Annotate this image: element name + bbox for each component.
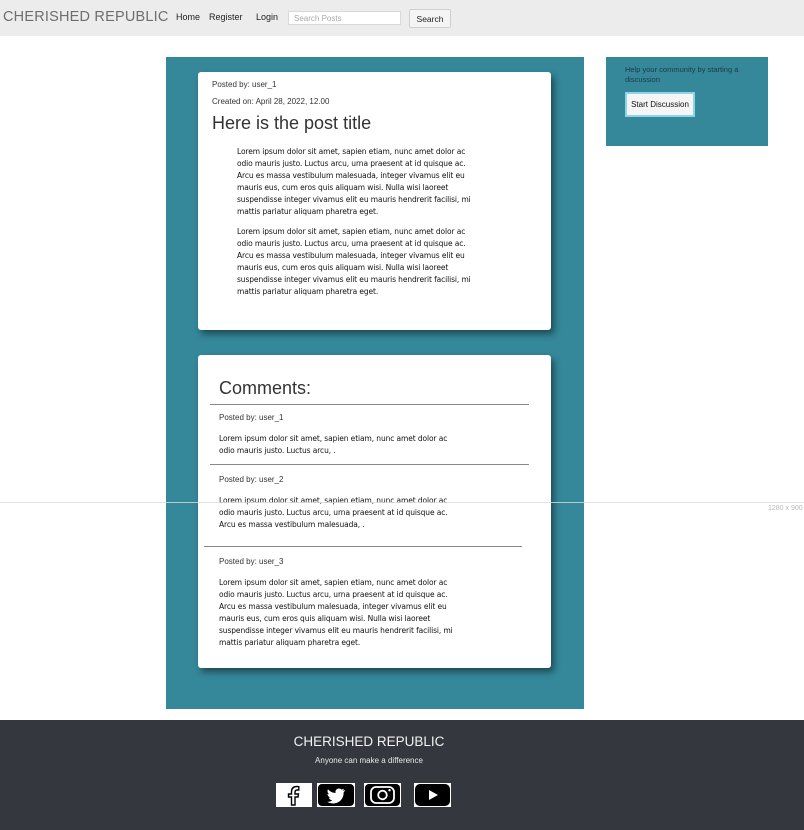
footer-brand: CHERISHED REPUBLIC [293, 734, 445, 749]
comment-text: Lorem ipsum dolor sit amet, sapien etiam… [219, 434, 448, 455]
comment-author: Posted by: user_1 [219, 413, 284, 422]
nav-link-home[interactable]: Home [176, 12, 200, 22]
search-input[interactable] [288, 11, 401, 25]
comment-author: Posted by: user_3 [219, 557, 284, 566]
footer: CHERISHED REPUBLIC Anyone can make a dif… [0, 720, 804, 830]
twitter-icon[interactable] [317, 783, 355, 807]
divider [210, 404, 529, 405]
youtube-icon[interactable] [414, 783, 451, 807]
search-button[interactable]: Search [409, 9, 451, 28]
divider [204, 546, 522, 547]
comment-text: Lorem ipsum dolor sit amet, sapien etiam… [219, 578, 453, 647]
comments-card: Comments: Posted by: user_1 Lorem ipsum … [198, 355, 551, 668]
comment-author: Posted by: user_2 [219, 475, 284, 484]
instagram-icon[interactable] [364, 783, 401, 807]
post-paragraph: Lorem ipsum dolor sit amet, sapien etiam… [237, 147, 471, 216]
start-discussion-button[interactable]: Start Discussion [625, 92, 695, 117]
footer-tagline: Anyone can make a difference [315, 756, 423, 765]
divider [210, 464, 529, 465]
nav-link-login[interactable]: Login [256, 12, 278, 22]
sidebar-prompt: Help your community by starting a discus… [625, 65, 739, 84]
viewport-fold-line [0, 502, 804, 503]
viewport-size-label: 1280 x 900 [768, 505, 803, 512]
site-brand[interactable]: CHERISHED REPUBLIC [3, 9, 169, 25]
post-author: Posted by: user_1 [212, 80, 277, 89]
post-paragraph: Lorem ipsum dolor sit amet, sapien etiam… [237, 227, 471, 296]
comment-text: Lorem ipsum dolor sit amet, sapien etiam… [219, 496, 448, 529]
facebook-icon[interactable] [276, 783, 312, 807]
nav-link-register[interactable]: Register [209, 12, 243, 22]
post-date: Created on: April 28, 2022, 12.00 [212, 97, 330, 106]
post-card: Posted by: user_1 Created on: April 28, … [198, 72, 551, 330]
navbar: CHERISHED REPUBLIC Home Register Login S… [0, 0, 804, 36]
post-title: Here is the post title [212, 113, 372, 133]
discussion-sidebar: Help your community by starting a discus… [606, 57, 768, 146]
comments-heading: Comments: [219, 378, 312, 398]
